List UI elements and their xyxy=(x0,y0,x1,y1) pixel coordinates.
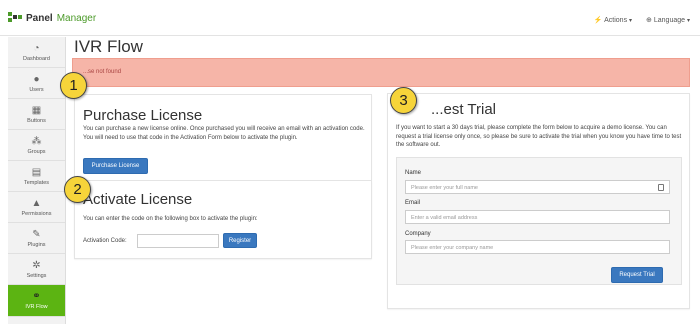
sidebar-item-dashboard[interactable]: ◔ Dashboard xyxy=(8,37,65,68)
sidebar-item-label: Settings xyxy=(26,272,47,279)
sidebar-item-ivr-flow[interactable]: ⚭ IVR Flow xyxy=(8,285,65,317)
grid-icon: ▦ xyxy=(31,104,42,116)
user-icon: ● xyxy=(33,73,40,85)
bolt-icon: ⚡ xyxy=(593,17,603,24)
name-field[interactable]: Please enter your full name xyxy=(405,180,670,194)
contact-card-icon xyxy=(658,184,664,191)
top-navbar: Panel Manager ⚡ Actions ▾ ⊕ Language ▾ xyxy=(0,0,700,36)
language-label: Language xyxy=(653,17,686,24)
callout-badge-2: 2 xyxy=(64,176,91,203)
sidebar-item-users[interactable]: ● Users xyxy=(8,68,65,99)
brand-title-bold: Panel xyxy=(26,12,53,24)
chevron-down-icon: ▾ xyxy=(629,18,633,24)
name-label: Name xyxy=(405,170,422,176)
purchase-license-button[interactable]: Purchase License xyxy=(83,158,148,174)
sidebar-item-groups[interactable]: ⁂ Groups xyxy=(8,130,65,161)
gear-icon: ✲ xyxy=(32,259,41,271)
nav-right: ⚡ Actions ▾ ⊕ Language ▾ xyxy=(594,16,690,24)
sidebar-item-label: Permissions xyxy=(21,210,52,217)
chevron-down-icon: ▾ xyxy=(686,18,690,24)
company-label: Company xyxy=(405,231,431,237)
sidebar-item-label: Templates xyxy=(23,179,50,186)
register-button[interactable]: Register xyxy=(223,233,257,248)
email-label: Email xyxy=(405,200,421,206)
activate-description: You can enter the code on the following … xyxy=(83,216,258,222)
sidebar-item-label: Buttons xyxy=(27,117,46,124)
purchase-description: You can purchase a new license online. O… xyxy=(83,126,365,141)
main-content: IVR Flow ...se not found Purchase Licens… xyxy=(72,37,692,309)
actions-menu[interactable]: ⚡ Actions ▾ xyxy=(594,16,632,24)
page-title: IVR Flow xyxy=(74,37,143,56)
callout-badge-1: 1 xyxy=(60,72,87,99)
activation-code-row: Activation Code: Register xyxy=(83,233,257,248)
sidebar-item-label: Dashboard xyxy=(23,55,50,62)
dashboard-icon: ◔ xyxy=(33,42,40,54)
activation-code-label: Activation Code: xyxy=(83,237,127,244)
sidebar: ◔ Dashboard ● Users ▦ Buttons ⁂ Groups ▤… xyxy=(8,37,66,324)
sidebar-item-plugins[interactable]: ✎ Plugins xyxy=(8,223,65,254)
sidebar-item-label: Users xyxy=(29,86,44,93)
request-trial-button[interactable]: Request Trial xyxy=(611,267,663,283)
brand-title-light: Manager xyxy=(56,12,97,24)
sidebar-item-permissions[interactable]: ▲ Permissions xyxy=(8,192,65,223)
purchase-heading: Purchase License xyxy=(83,107,203,124)
language-menu[interactable]: ⊕ Language ▾ xyxy=(646,16,690,24)
email-placeholder: Enter a valid email address xyxy=(411,215,478,221)
sidebar-item-templates[interactable]: ▤ Templates xyxy=(8,161,65,192)
warning-icon: ▲ xyxy=(31,197,42,209)
activate-heading: Activate License xyxy=(83,191,193,208)
callout-badge-3: 3 xyxy=(390,87,417,114)
company-placeholder: Please enter your company name xyxy=(411,245,494,251)
trial-description: If you want to start a 30 days trial, pl… xyxy=(396,125,682,148)
sidebar-item-label: Groups xyxy=(27,148,46,155)
actions-label: Actions xyxy=(604,17,628,24)
brand-logo-icon xyxy=(8,12,22,24)
plug-icon: ✎ xyxy=(32,228,41,240)
brand[interactable]: Panel Manager xyxy=(8,12,96,24)
activation-code-input[interactable] xyxy=(137,233,219,248)
name-placeholder: Please enter your full name xyxy=(411,185,478,191)
activate-license-panel: Activate License You can enter the code … xyxy=(74,181,372,259)
sidebar-item-label: IVR Flow xyxy=(25,304,48,310)
sidebar-item-buttons[interactable]: ▦ Buttons xyxy=(8,99,65,130)
sidebar-item-label: Plugins xyxy=(27,241,46,248)
templates-icon: ▤ xyxy=(31,166,42,178)
company-field[interactable]: Please enter your company name xyxy=(405,240,670,254)
groups-icon: ⁂ xyxy=(31,135,42,147)
globe-icon: ⊕ xyxy=(646,17,652,24)
flow-icon: ⚭ xyxy=(32,291,41,302)
error-alert: ...se not found xyxy=(72,58,690,87)
sidebar-item-settings[interactable]: ✲ Settings xyxy=(8,254,65,285)
email-field[interactable]: Enter a valid email address xyxy=(405,210,670,224)
alert-text: ...se not found xyxy=(83,69,122,75)
trial-heading: ...est Trial xyxy=(431,101,497,118)
request-trial-panel: ...est Trial If you want to start a 30 d… xyxy=(387,93,690,309)
trial-form: Name Please enter your full name Email E… xyxy=(396,157,682,285)
